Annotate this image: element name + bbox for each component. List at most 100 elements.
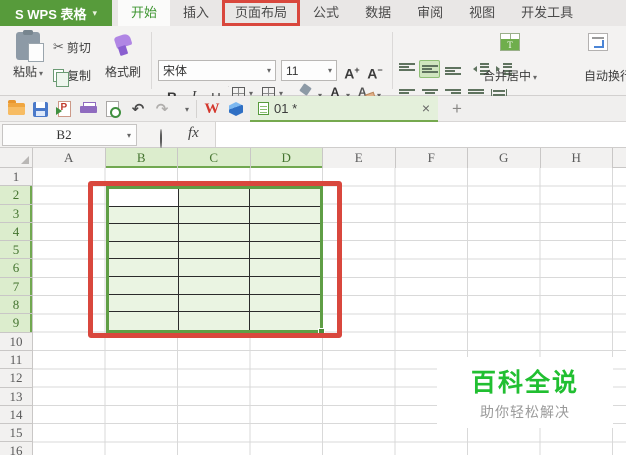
redo-button[interactable]: ↷ [152, 100, 172, 118]
font-name-select[interactable]: 宋体 ▾ [158, 60, 276, 81]
search-button[interactable] [160, 129, 162, 148]
column-header-D[interactable]: D [250, 148, 323, 168]
formula-bar: B2 ▾ fx [0, 122, 626, 148]
paste-clipboard-icon [16, 30, 44, 62]
align-middle-icon [421, 63, 438, 75]
close-icon[interactable]: × [422, 100, 430, 116]
chevron-down-icon: ▾ [533, 73, 538, 82]
save-icon [32, 101, 48, 117]
align-middle-button[interactable] [419, 60, 440, 78]
format-painter-label: 格式刷 [104, 65, 141, 79]
quick-access-toolbar: ↶ ↷ ▾ W 01 * × + [0, 96, 626, 122]
chevron-down-icon: ▾ [327, 66, 332, 75]
cube-icon [229, 102, 243, 116]
row-header-5[interactable]: 5 [0, 241, 33, 260]
align-top-button[interactable] [396, 60, 417, 78]
row-header-3[interactable]: 3 [0, 204, 33, 223]
row-header-13[interactable]: 13 [0, 387, 33, 406]
tab-formulas[interactable]: 公式 [300, 0, 352, 26]
annotation-box-selection [88, 181, 342, 338]
row-headers: 1 2 3 4 5 6 7 8 9 10 11 12 13 14 15 16 [0, 168, 33, 455]
copy-icon [53, 68, 69, 87]
print-preview-icon [105, 101, 121, 118]
wrap-text-label: 自动换行 [583, 69, 626, 83]
folder-icon [7, 100, 25, 115]
column-header-B[interactable]: B [105, 148, 178, 168]
column-header-C[interactable]: C [178, 148, 251, 168]
group-divider [151, 32, 152, 89]
chevron-down-icon: ▾ [39, 69, 44, 78]
tab-page-layout[interactable]: 页面布局 [222, 0, 300, 26]
copy-label: 复制 [67, 68, 92, 83]
name-box-value: B2 [56, 127, 72, 142]
row-header-16[interactable]: 16 [0, 442, 33, 455]
font-name-value: 宋体 [163, 64, 188, 78]
row-header-8[interactable]: 8 [0, 296, 33, 315]
open-file-button[interactable] [6, 100, 26, 118]
row-header-15[interactable]: 15 [0, 424, 33, 443]
column-header-A[interactable]: A [33, 148, 106, 168]
app-logo-button[interactable]: S WPS 表格 ▾ [0, 0, 112, 26]
formula-input[interactable] [215, 122, 626, 147]
tab-dev-tools[interactable]: 开发工具 [508, 0, 586, 26]
save-button[interactable] [30, 100, 50, 118]
row-header-11[interactable]: 11 [0, 350, 33, 370]
chevron-down-icon: ▾ [266, 66, 271, 75]
name-box[interactable]: B2 ▾ [2, 124, 137, 146]
row-header-2[interactable]: 2 [0, 186, 33, 205]
customize-toolbar-button[interactable]: ▾ [176, 100, 196, 118]
row-header-9[interactable]: 9 [0, 314, 33, 333]
watermark: 百科全说 助你轻松解决 [437, 357, 613, 428]
watermark-title: 百科全说 [470, 369, 579, 397]
divider [196, 100, 197, 118]
align-bottom-button[interactable] [442, 60, 463, 78]
tab-review[interactable]: 审阅 [404, 0, 456, 26]
column-header-E[interactable]: E [323, 148, 396, 168]
wrap-text-button[interactable]: 自动换行 [578, 30, 626, 90]
tab-insert[interactable]: 插入 [170, 0, 222, 26]
format-painter-brush-icon [113, 33, 133, 59]
menu-tab-bar: S WPS 表格 ▾ 开始 插入 页面布局 公式 数据 审阅 视图 开发工具 [0, 0, 626, 26]
app-logo-label: S WPS 表格 [14, 6, 87, 22]
chevron-down-icon: ▾ [92, 7, 98, 18]
font-size-select[interactable]: 11 ▾ [281, 60, 337, 81]
wps-writer-doc-button[interactable]: W [202, 100, 222, 118]
paste-button[interactable]: 粘贴 ▾ [5, 30, 51, 90]
decrease-font-size-button[interactable]: A− [364, 60, 386, 82]
search-icon [160, 129, 162, 148]
document-tab[interactable]: 01 * × [250, 96, 438, 122]
insert-function-button[interactable]: fx [188, 125, 199, 142]
undo-button[interactable]: ↶ [128, 100, 148, 118]
spreadsheet-doc-icon [258, 101, 269, 115]
undo-icon: ↶ [131, 101, 145, 118]
watermark-subtitle: 助你轻松解决 [480, 404, 570, 420]
print-preview-button[interactable] [102, 100, 122, 118]
new-document-button[interactable]: + [446, 98, 468, 120]
row-header-10[interactable]: 10 [0, 332, 33, 351]
document-tab-label: 01 * [274, 100, 298, 116]
row-header-4[interactable]: 4 [0, 222, 33, 242]
tab-view[interactable]: 视图 [456, 0, 508, 26]
row-header-7[interactable]: 7 [0, 277, 33, 297]
column-header-F[interactable]: F [395, 148, 468, 168]
spreadsheet-grid: ABCDEFGH 1 2 3 4 5 6 7 8 9 10 11 12 13 14 15 16 百科全说 助你… [0, 148, 626, 455]
row-header-6[interactable]: 6 [0, 259, 33, 278]
row-header-1[interactable]: 1 [0, 168, 33, 187]
merge-center-button[interactable]: 合并居中▾ [468, 30, 552, 90]
increase-font-size-button[interactable]: A+ [341, 60, 363, 82]
scissors-icon: ✂ [53, 39, 64, 54]
row-header-12[interactable]: 12 [0, 369, 33, 388]
print-button[interactable] [78, 100, 98, 118]
font-size-value: 11 [286, 63, 299, 78]
tab-home[interactable]: 开始 [118, 0, 171, 26]
select-all-corner[interactable] [0, 148, 33, 168]
wrap-text-icon [588, 33, 608, 51]
align-bottom-icon [444, 63, 461, 75]
row-header-14[interactable]: 14 [0, 405, 33, 425]
export-pdf-button[interactable] [54, 100, 74, 118]
format-painter-button[interactable]: 格式刷 [98, 30, 148, 90]
tab-data[interactable]: 数据 [352, 0, 404, 26]
column-header-G[interactable]: G [468, 148, 541, 168]
column-header-H[interactable]: H [540, 148, 613, 168]
wps-cube-doc-button[interactable] [226, 100, 246, 118]
